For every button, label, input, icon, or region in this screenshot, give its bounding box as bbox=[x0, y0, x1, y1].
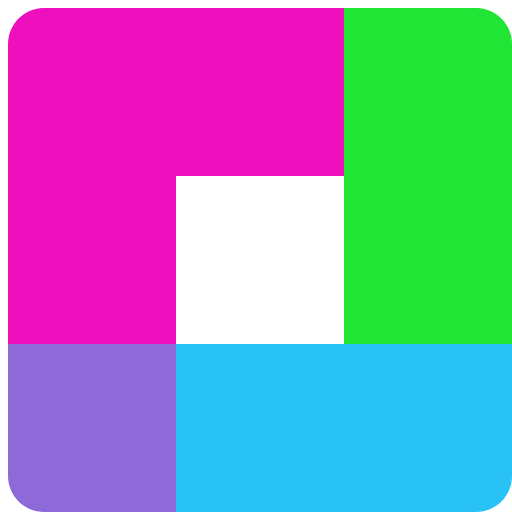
green-block bbox=[344, 8, 512, 344]
app-icon bbox=[8, 8, 512, 512]
cyan-block bbox=[176, 344, 512, 512]
magenta-block-left bbox=[8, 176, 176, 344]
center-white-square bbox=[176, 176, 344, 344]
magenta-block-top bbox=[8, 8, 344, 176]
four-block-icon-svg bbox=[8, 8, 512, 512]
purple-block bbox=[8, 344, 176, 512]
